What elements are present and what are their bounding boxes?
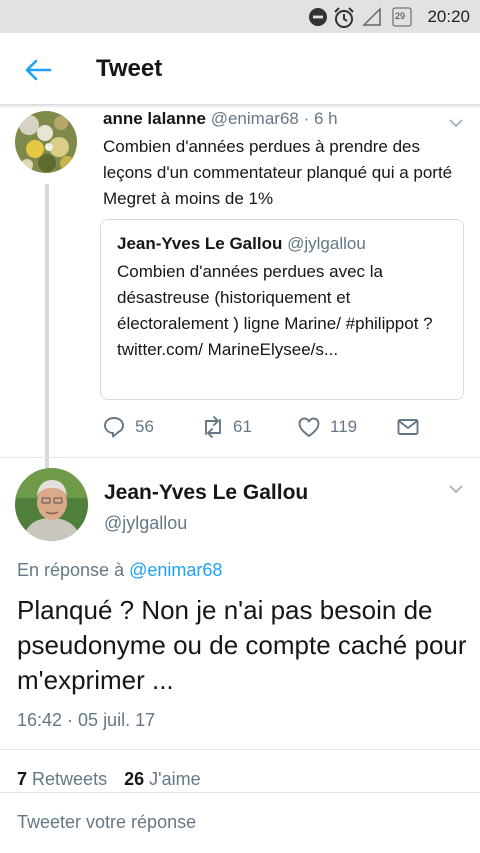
main-tweet-text: Planqué ? Non je n'ai pas besoin de pseu… bbox=[17, 595, 467, 695]
avatar-anne-lalanne[interactable] bbox=[15, 111, 77, 173]
quoted-author-handle: @jylgallou bbox=[287, 234, 366, 253]
app-header: Tweet bbox=[0, 33, 480, 106]
quoted-tweet-text: Combien d'années perdues avec la désastr… bbox=[117, 262, 433, 359]
like-count: 119 bbox=[330, 417, 358, 436]
quoted-author-name: Jean-Yves Le Gallou bbox=[117, 234, 283, 253]
back-arrow-icon[interactable] bbox=[24, 58, 52, 82]
do-not-disturb-icon bbox=[309, 8, 327, 26]
retweet-icon bbox=[205, 416, 221, 438]
status-time: 20:20 bbox=[427, 7, 470, 26]
chevron-down-icon[interactable] bbox=[448, 118, 464, 128]
chevron-down-icon[interactable] bbox=[448, 484, 464, 494]
engagement-stats: 7 Retweets 26 J'aime bbox=[17, 769, 213, 790]
divider bbox=[0, 792, 480, 793]
likes-stat[interactable]: 26 J'aime bbox=[124, 769, 201, 789]
avatar-jean-yves-le-gallou[interactable] bbox=[15, 468, 88, 541]
alarm-icon bbox=[334, 7, 354, 28]
page-title: Tweet bbox=[96, 55, 163, 82]
reply-mention-link[interactable]: @enimar68 bbox=[129, 560, 222, 580]
reply-context: En réponse à @enimar68 bbox=[17, 560, 222, 581]
reply-count: 56 bbox=[135, 417, 154, 436]
retweets-count: 7 bbox=[17, 769, 28, 789]
retweets-label: Retweets bbox=[32, 769, 108, 789]
main-author-name[interactable]: Jean-Yves Le Gallou bbox=[104, 481, 308, 505]
main-tweet-timestamp: 16:42 · 05 juil. 17 bbox=[17, 710, 156, 730]
retweets-stat[interactable]: 7 Retweets bbox=[17, 769, 107, 789]
quoted-tweet-card[interactable]: Jean-Yves Le Gallou @jylgallou Combien d… bbox=[100, 219, 464, 400]
likes-label: J'aime bbox=[149, 769, 201, 789]
thread-connector-line bbox=[45, 184, 49, 468]
parent-author-handle[interactable]: @enimar68 bbox=[211, 109, 299, 128]
calendar-icon: 29 bbox=[392, 5, 412, 27]
parent-tweet-time: · 6 h bbox=[303, 109, 338, 128]
quoted-tweet-header: Jean-Yves Le Gallou @jylgallou bbox=[117, 234, 366, 254]
parent-author-name[interactable]: anne lalanne bbox=[103, 109, 206, 128]
status-bar: 29 20:20 bbox=[0, 0, 480, 33]
divider bbox=[0, 457, 480, 458]
retweet-count: 61 bbox=[233, 417, 252, 436]
parent-tweet-text: Combien d'années perdues à prendre des l… bbox=[103, 137, 453, 208]
signal-icon bbox=[362, 7, 381, 26]
divider bbox=[0, 749, 480, 750]
reply-prefix: En réponse à bbox=[17, 560, 125, 580]
reply-icon bbox=[104, 417, 124, 438]
likes-count: 26 bbox=[124, 769, 145, 789]
envelope-icon bbox=[397, 419, 419, 435]
heart-icon bbox=[298, 417, 320, 437]
reply-input[interactable]: Tweeter votre réponse bbox=[17, 812, 196, 833]
header-divider bbox=[0, 104, 480, 108]
main-author-handle[interactable]: @jylgallou bbox=[104, 513, 187, 534]
parent-tweet-header: anne lalanne @enimar68 · 6 h bbox=[103, 109, 338, 129]
